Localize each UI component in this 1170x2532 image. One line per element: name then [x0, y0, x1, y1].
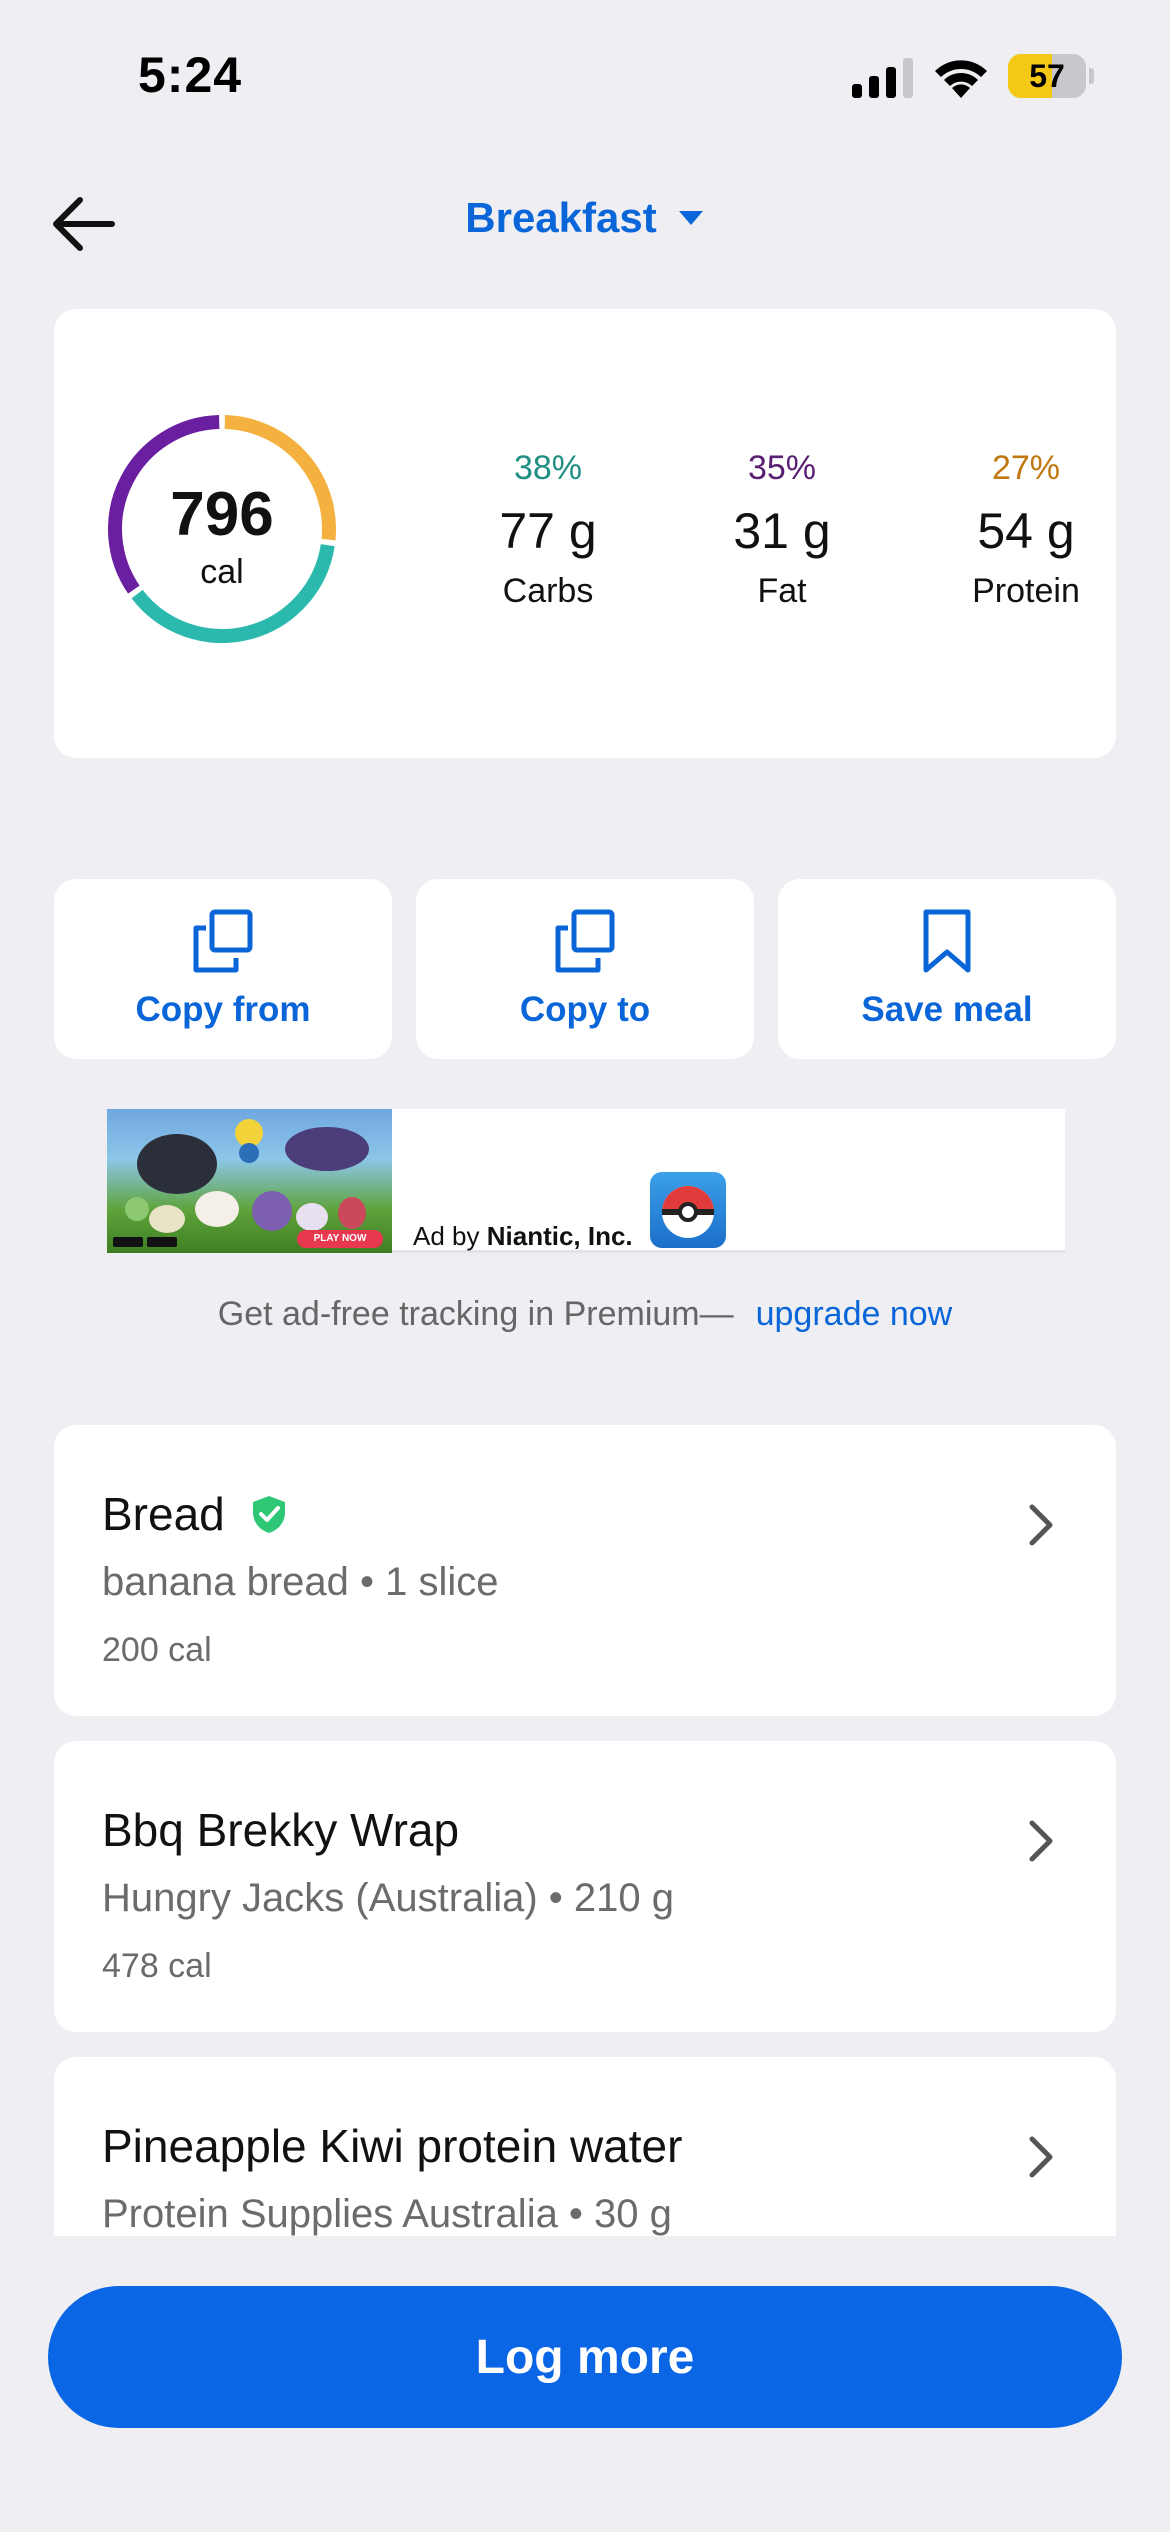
food-detail: banana bread • 1 slice [102, 1560, 499, 1604]
food-entry-pineapple-kiwi-protein-water[interactable]: Pineapple Kiwi protein water Protein Sup… [54, 2057, 1116, 2236]
chevron-right-icon [1029, 2136, 1053, 2178]
macro-percent: 35% [747, 449, 817, 487]
food-name-row: Pineapple Kiwi protein water [102, 2119, 682, 2173]
macro-label: Carbs [502, 572, 594, 610]
action-label: Copy from [135, 990, 311, 1029]
pokeball-app-icon [650, 1172, 726, 1248]
status-time: 5:24 [138, 47, 243, 103]
meal-dropdown[interactable]: Breakfast [465, 194, 704, 242]
macro-carbs: 38% 77 g Carbs [448, 449, 648, 611]
battery-level: 57 [1029, 58, 1065, 94]
premium-text: Get ad-free tracking in Premium— [217, 1295, 734, 1333]
macro-label: Protein [972, 572, 1080, 610]
food-name: Bread [102, 1488, 225, 1540]
food-list: Bread banana bread • 1 slice 200 cal Bbq… [0, 1420, 1170, 2236]
caret-down-icon [678, 211, 703, 225]
copy-icon [555, 909, 615, 973]
macro-grams: 54 g [977, 503, 1075, 559]
macro-percent: 38% [513, 449, 583, 487]
log-more-button[interactable]: Log more [48, 2286, 1122, 2428]
food-entry-bread[interactable]: Bread banana bread • 1 slice 200 cal [54, 1425, 1116, 1716]
macro-grams: 31 g [733, 503, 831, 559]
action-label: Copy to [519, 990, 651, 1029]
food-calories: 478 cal [102, 1947, 212, 1985]
food-name-row: Bread [102, 1487, 287, 1541]
calories-value: 796 [170, 480, 274, 549]
chevron-right-icon [1029, 1820, 1053, 1862]
food-name: Pineapple Kiwi protein water [102, 2120, 683, 2172]
macro-protein: 27% 54 g Protein [926, 449, 1126, 611]
premium-upsell: Get ad-free tracking in Premium— upgrade … [0, 1295, 1170, 1334]
meal-title: Breakfast [465, 194, 657, 241]
nutrition-summary-card: 796 cal 38% 77 g Carbs 35% 31 g Fat 27% … [54, 309, 1116, 758]
food-detail: Protein Supplies Australia • 30 g [102, 2192, 672, 2236]
food-detail: Hungry Jacks (Australia) • 210 g [102, 1876, 675, 1920]
copy-icon [193, 909, 253, 973]
food-name-row: Bbq Brekky Wrap [102, 1803, 459, 1857]
macro-label: Fat [757, 572, 807, 610]
status-bar: 5:24 57 [0, 0, 1170, 150]
food-entry-bbq-brekky-wrap[interactable]: Bbq Brekky Wrap Hungry Jacks (Australia)… [54, 1741, 1116, 2032]
food-calories: 200 cal [102, 1631, 212, 1669]
calories-unit: cal [200, 553, 244, 591]
ad-attribution: Ad by Niantic, Inc. [413, 1221, 633, 1252]
save-meal-button[interactable]: Save meal [778, 879, 1116, 1059]
verified-shield-icon [252, 1496, 285, 1533]
cellular-signal-icon [852, 58, 913, 98]
macro-grams: 77 g [499, 503, 597, 559]
copy-to-button[interactable]: Copy to [416, 879, 754, 1059]
ad-prefix: Ad by [413, 1221, 480, 1251]
macro-fat: 35% 31 g Fat [682, 449, 882, 611]
ad-cta-badge: PLAY NOW [313, 1233, 367, 1244]
ad-advertiser: Niantic, Inc. [486, 1221, 633, 1251]
ad-image: PLAY NOW [107, 1109, 392, 1253]
upgrade-now-link[interactable]: upgrade now [756, 1295, 953, 1333]
wifi-icon [935, 60, 987, 98]
food-name: Bbq Brekky Wrap [102, 1804, 460, 1856]
action-label: Save meal [861, 990, 1033, 1029]
macro-percent: 27% [991, 449, 1061, 487]
battery-icon: 57 [1008, 54, 1094, 98]
copy-from-button[interactable]: Copy from [54, 879, 392, 1059]
ad-banner[interactable]: PLAY NOW Ad by Niantic, Inc. [107, 1109, 1065, 1253]
bookmark-icon [923, 909, 971, 973]
chevron-right-icon [1029, 1504, 1053, 1546]
meal-selector: Breakfast [0, 194, 1170, 242]
